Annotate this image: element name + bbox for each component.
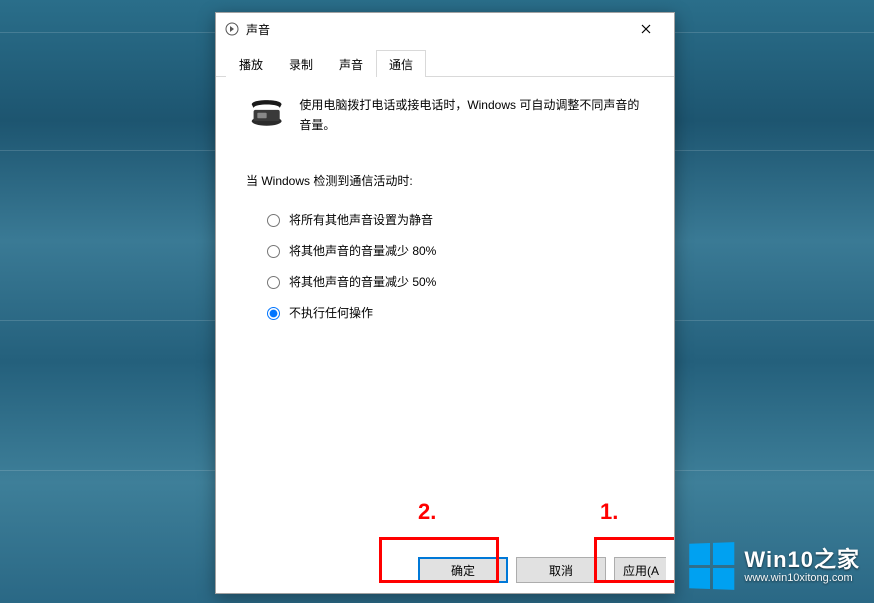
tab-label: 播放 (239, 58, 263, 72)
tab-content: 使用电脑拨打电话或接电话时，Windows 可自动调整不同声音的音量。 当 Wi… (216, 77, 674, 549)
description-text: 使用电脑拨打电话或接电话时，Windows 可自动调整不同声音的音量。 (299, 95, 650, 136)
option-label: 将其他声音的音量减少 80% (289, 242, 436, 259)
option-do-nothing[interactable]: 不执行任何操作 (262, 304, 650, 321)
option-label: 将其他声音的音量减少 50% (289, 273, 436, 290)
close-button[interactable] (624, 14, 668, 44)
windows-logo-icon (690, 542, 735, 590)
tab-sounds[interactable]: 声音 (326, 50, 376, 77)
phone-icon (248, 95, 285, 129)
tab-label: 录制 (289, 58, 313, 72)
annotation-2: 2. (418, 499, 436, 525)
cancel-button[interactable]: 取消 (516, 557, 606, 583)
option-mute-all[interactable]: 将所有其他声音设置为静音 (262, 211, 650, 228)
radio-input[interactable] (267, 245, 280, 258)
radio-input[interactable] (267, 276, 280, 289)
watermark-title: Win10之家 (744, 548, 860, 572)
watermark-text: Win10之家 www.win10xitong.com (744, 548, 860, 584)
tab-communications[interactable]: 通信 (376, 50, 426, 77)
radio-group: 将所有其他声音设置为静音 将其他声音的音量减少 80% 将其他声音的音量减少 5… (262, 211, 650, 321)
description-row: 使用电脑拨打电话或接电话时，Windows 可自动调整不同声音的音量。 (240, 95, 650, 136)
tab-label: 通信 (389, 58, 413, 72)
sound-icon (224, 21, 240, 37)
option-label: 不执行任何操作 (289, 304, 373, 321)
option-label: 将所有其他声音设置为静音 (289, 211, 433, 228)
watermark: Win10之家 www.win10xitong.com (688, 543, 860, 589)
tab-bar: 播放 录制 声音 通信 (216, 49, 674, 77)
prompt-label: 当 Windows 检测到通信活动时: (246, 172, 650, 189)
titlebar[interactable]: 声音 (216, 13, 674, 45)
dialog-title: 声音 (246, 21, 624, 38)
option-reduce-80[interactable]: 将其他声音的音量减少 80% (262, 242, 650, 259)
close-icon (641, 24, 651, 34)
option-reduce-50[interactable]: 将其他声音的音量减少 50% (262, 273, 650, 290)
button-label: 取消 (549, 562, 573, 579)
radio-input[interactable] (267, 214, 280, 227)
watermark-subtitle: www.win10xitong.com (744, 572, 860, 584)
annotation-box-apply (594, 537, 674, 583)
annotation-box-ok (379, 537, 499, 583)
annotation-1: 1. (600, 499, 618, 525)
tab-label: 声音 (339, 58, 363, 72)
tab-recording[interactable]: 录制 (276, 50, 326, 77)
tab-playback[interactable]: 播放 (226, 50, 276, 77)
radio-input[interactable] (267, 307, 280, 320)
